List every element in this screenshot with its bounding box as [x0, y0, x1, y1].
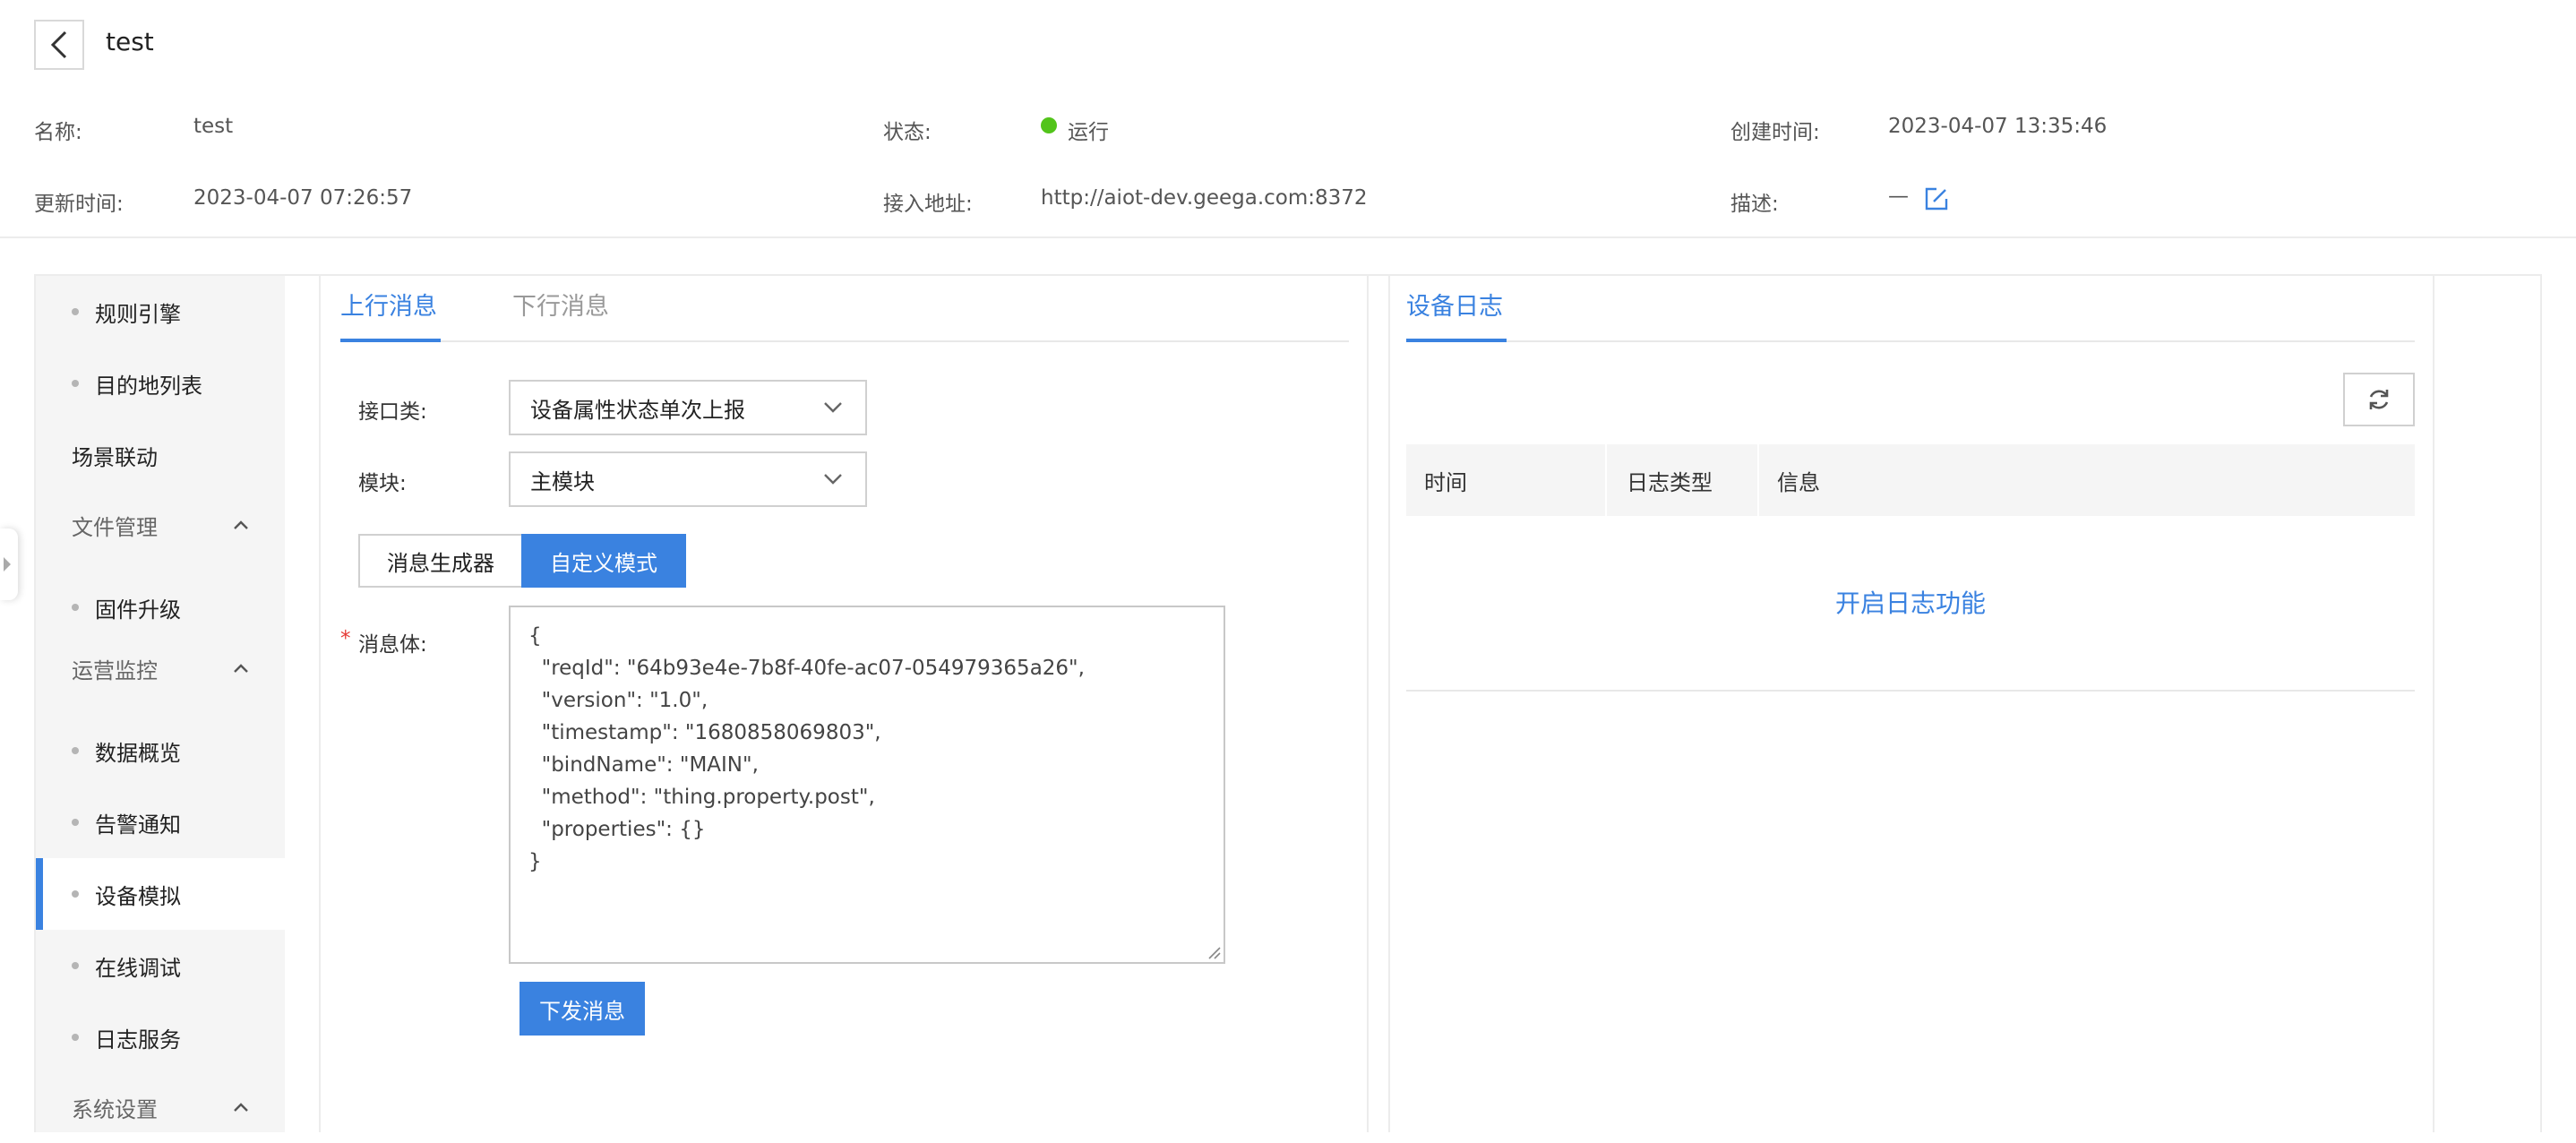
created-value: 2023-04-07 13:35:46: [1888, 115, 2108, 138]
active-log-tab-indicator: [1406, 339, 1507, 342]
chevron-down-icon: [824, 402, 842, 413]
sidebar-item-label: 场景联动: [72, 444, 158, 470]
status-value: 运行: [1068, 121, 1109, 144]
enable-log-link[interactable]: 开启日志功能: [1406, 584, 2415, 620]
address-label: 接入地址:: [883, 193, 973, 216]
log-table-header: 时间 日志类型 信息: [1406, 444, 2415, 516]
chevron-up-icon: [234, 520, 248, 529]
status-label: 状态:: [883, 121, 932, 144]
description-value: —: [1888, 185, 1909, 208]
column-header-time: 时间: [1424, 469, 1467, 495]
chevron-left-icon: [50, 30, 67, 59]
chevron-up-icon: [234, 664, 248, 673]
sidebar-item-device-simulation[interactable]: 设备模拟: [36, 858, 285, 930]
send-message-button[interactable]: 下发消息: [519, 982, 645, 1036]
edit-icon[interactable]: [1924, 186, 1949, 211]
message-body-label: 消息体:: [358, 633, 427, 657]
mode-custom-button[interactable]: 自定义模式: [521, 534, 686, 588]
sidebar-item-destination-list[interactable]: 目的地列表: [36, 348, 285, 419]
sidebar-item-rule-engine[interactable]: 规则引擎: [36, 276, 285, 348]
tab-downstream-message[interactable]: 下行消息: [512, 287, 609, 322]
sidebar-item-label: 固件升级: [95, 597, 181, 623]
status-dot: [1041, 117, 1057, 137]
sidebar-group-label: 文件管理: [72, 514, 158, 540]
chevron-down-icon: [824, 474, 842, 485]
sidebar-item-alert-notification[interactable]: 告警通知: [36, 786, 285, 858]
resize-handle-icon[interactable]: [1206, 944, 1222, 960]
chevron-up-icon: [234, 1103, 248, 1112]
name-value: test: [193, 115, 234, 138]
sidebar-group-label: 运营监控: [72, 657, 158, 683]
log-tabs-divider: [1406, 340, 2415, 342]
description-label: 描述:: [1730, 193, 1779, 216]
header-divider: [0, 236, 2576, 238]
refresh-button[interactable]: [2343, 373, 2415, 426]
caret-right-icon: [4, 557, 11, 572]
required-mark: *: [340, 627, 351, 650]
mode-generator-button[interactable]: 消息生成器: [358, 534, 523, 588]
sidebar-item-label: 规则引擎: [95, 301, 181, 327]
sidebar-item-scene-linkage[interactable]: 场景联动: [36, 419, 285, 491]
interface-type-label: 接口类:: [358, 400, 427, 424]
interface-type-value: 设备属性状态单次上报: [530, 397, 745, 423]
sidebar-item-log-service[interactable]: 日志服务: [36, 1001, 285, 1073]
sidebar-item-data-overview[interactable]: 数据概览: [36, 715, 285, 786]
sidebar-item-label: 数据概览: [95, 740, 181, 766]
sidebar: 规则引擎 目的地列表 场景联动 文件管理 固件升级 运营监控 数据概览 告警通知…: [36, 276, 285, 1132]
sidebar-collapse-handle[interactable]: [0, 529, 18, 600]
tabs-divider: [340, 340, 1349, 342]
sidebar-item-label: 在线调试: [95, 955, 181, 981]
updated-value: 2023-04-07 07:26:57: [193, 186, 413, 210]
sidebar-group-label: 系统设置: [72, 1096, 158, 1122]
sidebar-item-label: 目的地列表: [95, 373, 202, 399]
sidebar-group-operations-monitoring[interactable]: 运营监控: [36, 632, 285, 704]
column-header-info: 信息: [1777, 469, 1820, 495]
sidebar-item-label: 日志服务: [95, 1027, 181, 1053]
tab-device-log[interactable]: 设备日志: [1406, 287, 1503, 322]
tab-upstream-message[interactable]: 上行消息: [340, 287, 437, 322]
sidebar-item-label: 设备模拟: [95, 883, 181, 909]
module-value: 主模块: [530, 468, 595, 494]
module-label: 模块:: [358, 472, 407, 495]
interface-type-select[interactable]: 设备属性状态单次上报: [509, 380, 867, 435]
created-label: 创建时间:: [1730, 121, 1820, 144]
refresh-icon: [2369, 390, 2389, 409]
page-title: test: [106, 27, 154, 56]
log-table-bottom-line: [1406, 690, 2415, 692]
name-label: 名称:: [34, 121, 82, 144]
sidebar-group-file-management[interactable]: 文件管理: [36, 489, 285, 561]
column-header-log-type: 日志类型: [1627, 469, 1713, 495]
active-tab-indicator: [340, 339, 441, 342]
updated-label: 更新时间:: [34, 193, 124, 216]
sidebar-item-online-debug[interactable]: 在线调试: [36, 930, 285, 1001]
sidebar-item-label: 告警通知: [95, 812, 181, 838]
sidebar-group-system-settings[interactable]: 系统设置: [36, 1071, 285, 1143]
message-body-textarea[interactable]: { "reqId": "64b93e4e-7b8f-40fe-ac07-0549…: [509, 606, 1225, 964]
back-button[interactable]: [34, 20, 84, 70]
device-log-panel: [1388, 276, 2434, 1132]
address-value: http://aiot-dev.geega.com:8372: [1041, 186, 1368, 210]
module-select[interactable]: 主模块: [509, 451, 867, 507]
